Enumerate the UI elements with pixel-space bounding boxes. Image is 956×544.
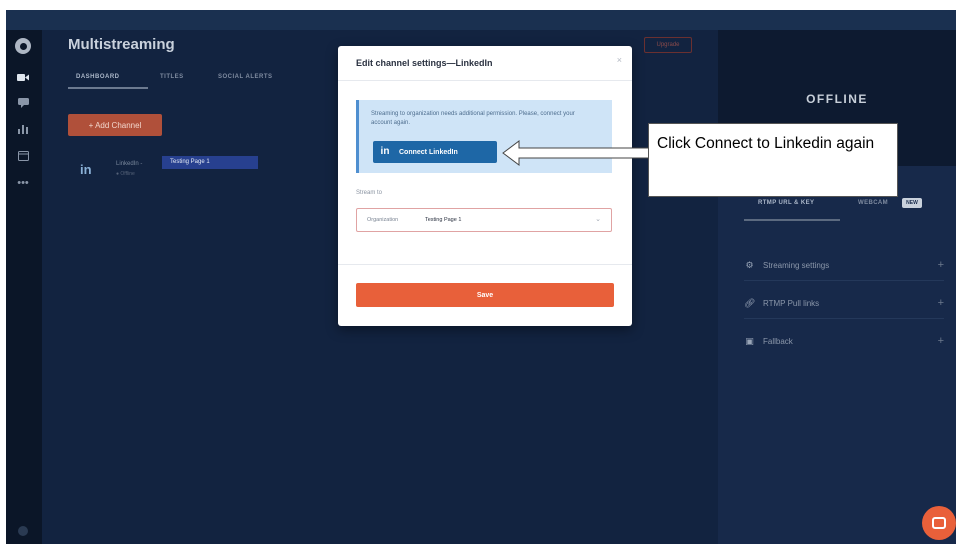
- new-badge: NEW: [902, 198, 922, 208]
- edit-channel-modal: Edit channel settings—LinkedIn × Streami…: [338, 46, 632, 326]
- add-channel-button[interactable]: + Add Channel: [68, 114, 162, 136]
- upgrade-button[interactable]: Upgrade: [644, 37, 692, 53]
- rtmp-pull-links-label: RTMP Pull links: [763, 298, 820, 308]
- organization-key: Organization: [367, 217, 399, 223]
- tab-titles[interactable]: TITLES: [160, 74, 184, 80]
- channel-target-select[interactable]: Testing Page 1: [162, 156, 258, 169]
- callout-text: Click Connect to Linkedin again: [657, 135, 875, 152]
- image-icon: ▣: [745, 335, 754, 346]
- gear-icon: ⚙: [745, 259, 754, 270]
- connect-linkedin-label: Connect LinkedIn: [399, 148, 458, 156]
- chart-icon[interactable]: [16, 124, 30, 138]
- rtab-active-indicator: [744, 219, 840, 221]
- help-icon[interactable]: [18, 526, 28, 536]
- top-bar: [6, 10, 956, 30]
- tab-active-indicator: [68, 87, 148, 89]
- save-button[interactable]: Save: [356, 283, 614, 307]
- calendar-icon[interactable]: [16, 150, 30, 164]
- connect-linkedin-button[interactable]: in Connect LinkedIn: [373, 141, 497, 163]
- logo-icon[interactable]: [15, 38, 31, 54]
- streaming-settings-label: Streaming settings: [763, 260, 830, 270]
- plus-icon[interactable]: +: [938, 335, 944, 347]
- alert-text: Streaming to organization needs addition…: [371, 111, 575, 126]
- page-title: Multistreaming: [68, 36, 175, 53]
- divider: [338, 80, 632, 81]
- divider: [744, 318, 944, 319]
- modal-title: Edit channel settings—LinkedIn: [356, 58, 493, 68]
- close-icon[interactable]: ×: [617, 55, 622, 65]
- organization-select[interactable]: Organization Testing Page 1 ⌄: [356, 208, 612, 232]
- tab-rtmp-url-key[interactable]: RTMP URL & KEY: [758, 200, 814, 206]
- offline-status: OFFLINE: [806, 92, 868, 106]
- tab-dashboard[interactable]: DASHBOARD: [76, 74, 120, 80]
- sidebar: •••: [6, 30, 42, 544]
- link-icon: 🔗︎: [744, 297, 756, 308]
- channel-status: ● Offline: [116, 171, 135, 177]
- camera-icon[interactable]: [16, 72, 30, 86]
- streaming-settings-row[interactable]: ⚙ Streaming settings +: [744, 256, 944, 274]
- tab-social-alerts[interactable]: SOCIAL ALERTS: [218, 74, 273, 80]
- callout-arrow-icon: [502, 140, 652, 166]
- more-icon[interactable]: •••: [16, 176, 30, 190]
- plus-icon[interactable]: +: [938, 297, 944, 309]
- channel-name: LinkedIn -: [116, 161, 143, 167]
- organization-value: Testing Page 1: [425, 217, 462, 223]
- chat-bubble-icon: [932, 517, 946, 529]
- instruction-callout: Click Connect to Linkedin again: [648, 123, 898, 197]
- plus-icon[interactable]: +: [938, 259, 944, 271]
- right-panel: OFFLINE RTMP URL & KEY WEBCAM NEW ⚙ Stre…: [718, 30, 956, 544]
- chevron-down-icon: ⌄: [595, 216, 601, 223]
- chat-icon[interactable]: [16, 98, 30, 112]
- linkedin-icon: in: [380, 146, 390, 157]
- chat-button[interactable]: [922, 506, 956, 540]
- rtmp-pull-links-row[interactable]: 🔗︎ RTMP Pull links +: [744, 294, 944, 312]
- linkedin-icon: in: [80, 162, 92, 177]
- divider: [744, 280, 944, 281]
- app-frame: ••• Multistreaming DASHBOARD TITLES SOCI…: [6, 10, 956, 544]
- divider: [338, 264, 632, 265]
- fallback-row[interactable]: ▣ Fallback +: [744, 332, 944, 350]
- stream-to-label: Stream to: [356, 190, 383, 196]
- fallback-label: Fallback: [763, 336, 793, 346]
- tab-webcam[interactable]: WEBCAM: [858, 200, 888, 206]
